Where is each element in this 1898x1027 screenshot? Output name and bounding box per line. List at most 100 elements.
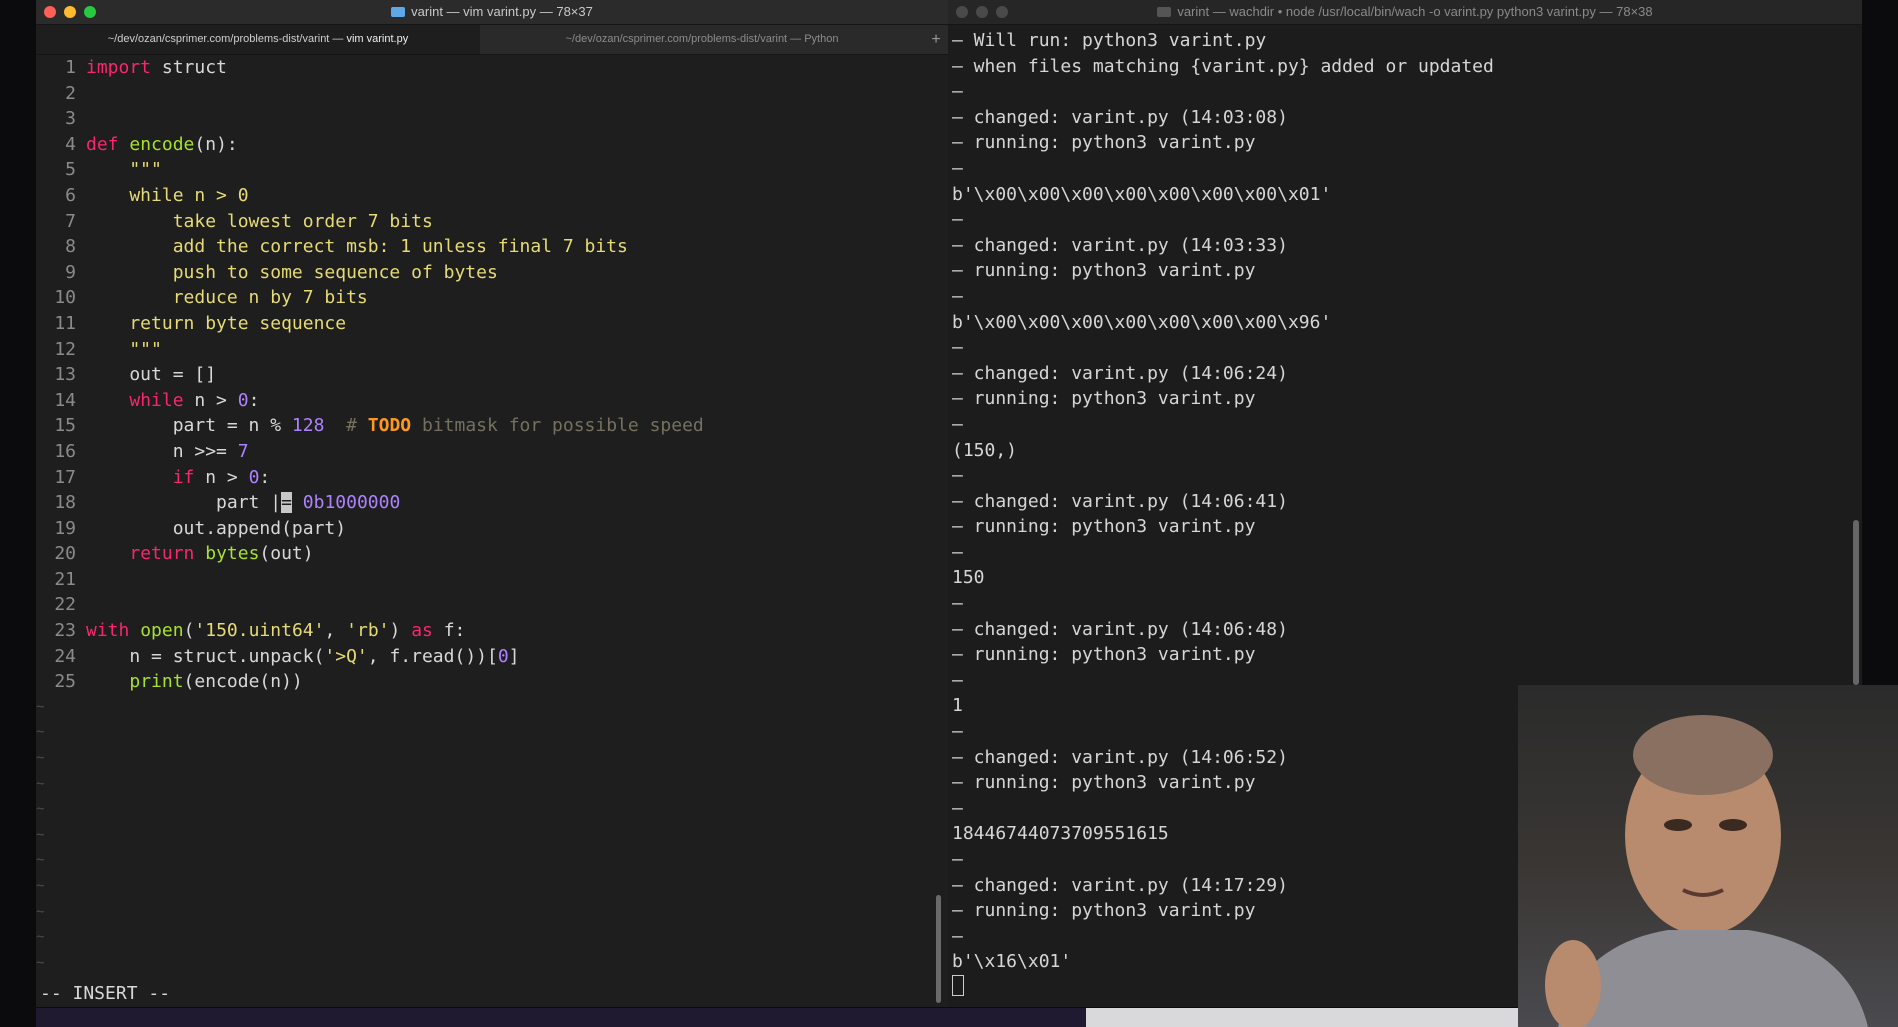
code-token: part |	[86, 492, 282, 514]
code-token: import	[86, 57, 152, 78]
code-line[interactable]: 2	[36, 81, 948, 107]
code-token: return byte sequence	[86, 312, 347, 334]
scrollbar-thumb[interactable]	[1853, 520, 1859, 685]
tab-vim[interactable]: ~/dev/ozan/csprimer.com/problems-dist/va…	[36, 25, 480, 54]
code-token: open	[140, 620, 184, 642]
code-line[interactable]: 25 print(encode(n))	[36, 669, 948, 695]
code-token: n = struct.unpack(	[86, 645, 325, 667]
code-token: encode	[129, 133, 195, 155]
code-line[interactable]: 16 n >>= 7	[36, 439, 948, 465]
terminal-line: (150,)	[952, 439, 1018, 461]
code-token: print	[129, 671, 184, 693]
code-line[interactable]: 13 out = []	[36, 362, 948, 388]
code-line[interactable]: 10 reduce n by 7 bits	[36, 285, 948, 311]
code-token: 0b1000000	[302, 492, 401, 514]
code-token: as	[411, 620, 433, 642]
close-button[interactable]	[956, 6, 968, 18]
text-cursor: =	[281, 492, 292, 514]
code-line[interactable]: 22	[36, 592, 948, 618]
code-token: take lowest order 7 bits	[86, 210, 433, 232]
code-token: part = n %	[86, 415, 292, 437]
add-tab-button[interactable]: +	[924, 25, 948, 54]
code-line[interactable]: 9 push to some sequence of bytes	[36, 260, 948, 286]
terminal-line: 150	[952, 567, 985, 589]
code-line[interactable]: 17 if n > 0:	[36, 465, 948, 491]
code-line[interactable]: 11 return byte sequence	[36, 311, 948, 337]
line-number: 11	[54, 312, 76, 334]
code-token: bitmask for possible speed	[411, 415, 704, 437]
code-line[interactable]: 3	[36, 106, 948, 132]
code-line[interactable]: 6 while n > 0	[36, 183, 948, 209]
minimize-button[interactable]	[976, 6, 988, 18]
empty-buffer-line: ~	[36, 801, 45, 818]
code-token: 0	[248, 466, 260, 488]
right-titlebar[interactable]: varint — wachdir • node /usr/local/bin/w…	[948, 0, 1862, 25]
vim-terminal-window[interactable]: varint — vim varint.py — 78×37 ~/dev/oza…	[36, 0, 949, 1007]
code-line[interactable]: 18 part |= 0b1000000	[36, 490, 948, 516]
terminal-line: – running: python3 varint.py	[952, 388, 1256, 410]
terminal-line: – running: python3 varint.py	[952, 644, 1256, 666]
code-editor[interactable]: 1 import struct 2 3 4 def encode(n): 5 """ 6 wh…	[36, 55, 948, 1007]
folder-icon	[1157, 7, 1172, 17]
code-line[interactable]: 19 out.append(part)	[36, 516, 948, 542]
terminal-line: – running: python3 varint.py	[952, 132, 1256, 154]
code-line[interactable]: 21	[36, 567, 948, 593]
code-token: n >>=	[86, 440, 238, 462]
zoom-button[interactable]	[84, 6, 96, 18]
line-number: 14	[54, 389, 76, 411]
code-line[interactable]: 7 take lowest order 7 bits	[36, 209, 948, 235]
code-token: """	[86, 159, 162, 181]
line-number: 4	[65, 133, 76, 155]
code-line[interactable]: 24 n = struct.unpack('>Q', f.read())[0]	[36, 644, 948, 670]
dock	[1086, 1008, 1518, 1027]
code-token: def	[86, 133, 119, 155]
code-token: with	[86, 620, 130, 642]
line-number: 5	[65, 159, 76, 181]
code-line[interactable]: 1 import struct	[36, 55, 948, 81]
line-number: 8	[65, 236, 76, 258]
minimize-button[interactable]	[64, 6, 76, 18]
line-number: 25	[54, 671, 76, 693]
code-token: '>Q'	[324, 645, 368, 667]
code-token: :	[259, 466, 271, 488]
left-titlebar[interactable]: varint — vim varint.py — 78×37	[36, 0, 948, 25]
code-line[interactable]: 23 with open('150.uint64', 'rb') as f:	[36, 618, 948, 644]
line-number: 3	[65, 108, 76, 130]
scrollbar-thumb[interactable]	[936, 895, 941, 1003]
webcam-overlay	[1518, 685, 1898, 1027]
code-token: ]	[508, 645, 520, 667]
code-line[interactable]: 15 part = n % 128 # TODO bitmask for pos…	[36, 413, 948, 439]
code-token: push to some sequence of bytes	[86, 261, 498, 283]
code-line[interactable]: 20 return bytes(out)	[36, 541, 948, 567]
terminal-line: – changed: varint.py (14:06:24)	[952, 362, 1288, 384]
code-token: '150.uint64'	[194, 620, 325, 642]
line-number: 9	[65, 261, 76, 283]
presenter-video	[1545, 715, 1868, 1027]
code-line[interactable]: 4 def encode(n):	[36, 132, 948, 158]
code-token: #	[346, 415, 368, 437]
code-line[interactable]: 5 """	[36, 157, 948, 183]
line-number: 6	[65, 184, 76, 206]
code-token: """	[86, 338, 162, 360]
close-button[interactable]	[44, 6, 56, 18]
tab-python[interactable]: ~/dev/ozan/csprimer.com/problems-dist/va…	[480, 25, 924, 54]
code-line[interactable]: 12 """	[36, 337, 948, 363]
empty-buffer-line: ~	[36, 826, 45, 843]
empty-buffer-line: ~	[36, 929, 45, 946]
zoom-button[interactable]	[996, 6, 1008, 18]
code-token: TODO	[367, 415, 412, 437]
code-token: 0	[497, 645, 509, 667]
code-token: )	[389, 620, 412, 642]
vim-mode-indicator: -- INSERT --	[40, 983, 171, 1004]
code-line[interactable]: 14 while n > 0:	[36, 388, 948, 414]
code-token: 7	[237, 440, 249, 462]
line-number: 18	[54, 492, 76, 514]
code-line[interactable]: 8 add the correct msb: 1 unless final 7 …	[36, 234, 948, 260]
window-controls	[956, 6, 1008, 18]
